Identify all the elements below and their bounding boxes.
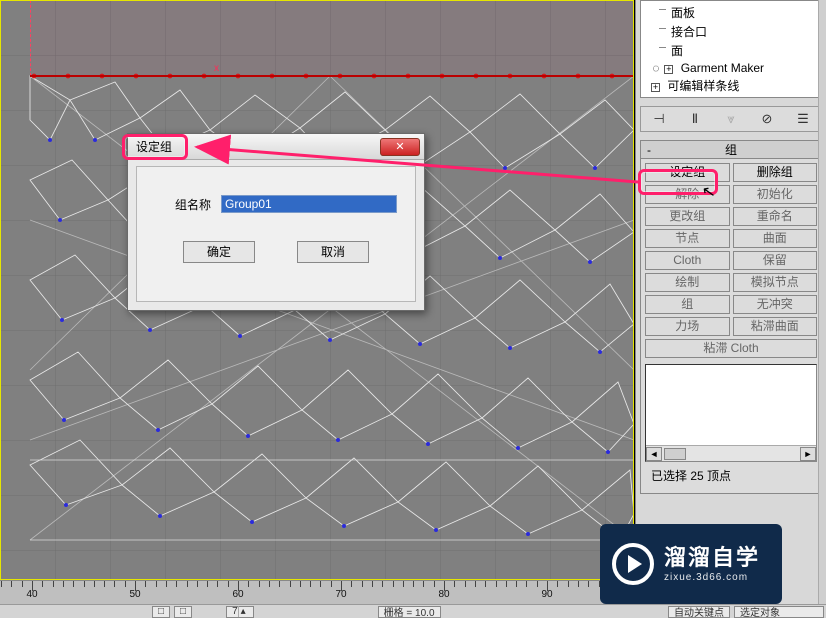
group-name-label: 组名称 <box>155 196 211 213</box>
ruler-label: 40 <box>26 589 37 600</box>
nocollide-button: 无冲突 <box>733 295 818 314</box>
scroll-right-icon[interactable]: ► <box>800 447 816 461</box>
modifier-stack[interactable]: 面板 接合口 面 ◌ + Garment Maker + 可编辑样条线 <box>640 0 822 98</box>
rollout-header[interactable]: - 组 <box>641 141 821 159</box>
make-unique-icon: ⩔ <box>721 110 741 128</box>
ruler-label: 80 <box>438 589 449 600</box>
dialog-title: 设定组 <box>136 138 380 155</box>
selection-status: 已选择 25 顶点 <box>651 467 811 484</box>
ruler-label: 60 <box>232 589 243 600</box>
time-ruler[interactable]: 40 50 60 70 80 90 <box>0 580 634 605</box>
h-scrollbar[interactable]: ◄ ► <box>646 445 816 461</box>
stick_cloth-button: 粘滞 Cloth <box>645 339 817 358</box>
pin-stack-icon[interactable]: ⊣ <box>649 110 669 128</box>
cancel-button[interactable]: 取消 <box>297 241 369 263</box>
play-icon <box>612 543 654 585</box>
key-filter-dropdown[interactable]: 选定对象 <box>734 606 824 618</box>
autokey-toggle[interactable]: 自动关键点 <box>668 606 730 618</box>
force-button: 力场 <box>645 317 730 336</box>
del_group-button[interactable]: 删除组 <box>733 163 818 182</box>
rollout-toggle-icon[interactable]: - <box>647 141 651 159</box>
status-chip[interactable]: □ <box>174 606 192 618</box>
group-rollout: - 组 设定组删除组解除初始化更改组重命名节点曲面Cloth保留绘制模拟节点组无… <box>640 140 822 494</box>
cloth-top-edge <box>30 75 634 77</box>
lightbulb-icon[interactable]: ◌ <box>651 61 661 75</box>
sim_node-button: 模拟节点 <box>733 273 818 292</box>
stack-item-editable-spline[interactable]: + 可编辑样条线 <box>645 76 817 95</box>
status-chip[interactable]: 7▴ <box>226 606 254 618</box>
stack-item[interactable]: 接合口 <box>645 22 817 41</box>
expand-icon[interactable]: + <box>664 65 673 74</box>
status-bar: □ □ 7▴ 栅格 = 10.0 自动关键点 选定对象 <box>0 604 826 618</box>
stack-item-garment-maker[interactable]: ◌ + Garment Maker <box>645 60 817 76</box>
ok-button[interactable]: 确定 <box>183 241 255 263</box>
change-button: 更改组 <box>645 207 730 226</box>
ruler-label: 90 <box>541 589 552 600</box>
release-button: 解除 <box>645 185 730 204</box>
watermark-badge: 溜溜自学 zixue.3d66.com <box>600 524 782 604</box>
grid-readout: 栅格 = 10.0 <box>378 606 441 618</box>
ruler-label: 70 <box>335 589 346 600</box>
dialog-titlebar[interactable]: 设定组 ✕ <box>128 134 424 160</box>
panel-vscroll[interactable] <box>818 0 826 618</box>
stack-item[interactable]: 面 <box>645 41 817 60</box>
set_group-button[interactable]: 设定组 <box>645 163 730 182</box>
stack-label: Garment Maker <box>681 61 764 75</box>
axis-label-x: x <box>214 63 219 74</box>
draw-button: 绘制 <box>645 273 730 292</box>
status-chip[interactable]: □ <box>152 606 170 618</box>
stack-toolbar: ⊣ Ⅱ ⩔ ⊘ ☰ <box>640 106 822 132</box>
set-group-dialog: 设定组 ✕ 组名称 确定 取消 <box>127 133 425 311</box>
stack-item[interactable]: 面板 <box>645 3 817 22</box>
rename-button: 重命名 <box>733 207 818 226</box>
stick_surf-button: 粘滞曲面 <box>733 317 818 336</box>
ruler-label: 50 <box>129 589 140 600</box>
stack-label: 可编辑样条线 <box>667 79 739 93</box>
rollout-title: 组 <box>725 143 737 157</box>
preserve-button: 保留 <box>733 251 818 270</box>
cloth-button: Cloth <box>645 251 730 270</box>
scroll-thumb[interactable] <box>664 448 686 460</box>
group-listbox[interactable]: ◄ ► <box>645 364 817 462</box>
remove-modifier-icon[interactable]: ⊘ <box>757 110 777 128</box>
surface-button: 曲面 <box>733 229 818 248</box>
close-button[interactable]: ✕ <box>380 138 420 156</box>
scroll-left-icon[interactable]: ◄ <box>646 447 662 461</box>
watermark-title: 溜溜自学 <box>664 544 760 572</box>
group-name-input[interactable] <box>221 195 397 213</box>
group-button: 组 <box>645 295 730 314</box>
show-end-result-icon[interactable]: Ⅱ <box>685 110 705 128</box>
expand-icon[interactable]: + <box>651 83 660 92</box>
watermark-url: zixue.3d66.com <box>664 572 760 585</box>
node-button: 节点 <box>645 229 730 248</box>
configure-sets-icon[interactable]: ☰ <box>793 110 813 128</box>
selection-marquee <box>30 0 634 76</box>
init-button: 初始化 <box>733 185 818 204</box>
